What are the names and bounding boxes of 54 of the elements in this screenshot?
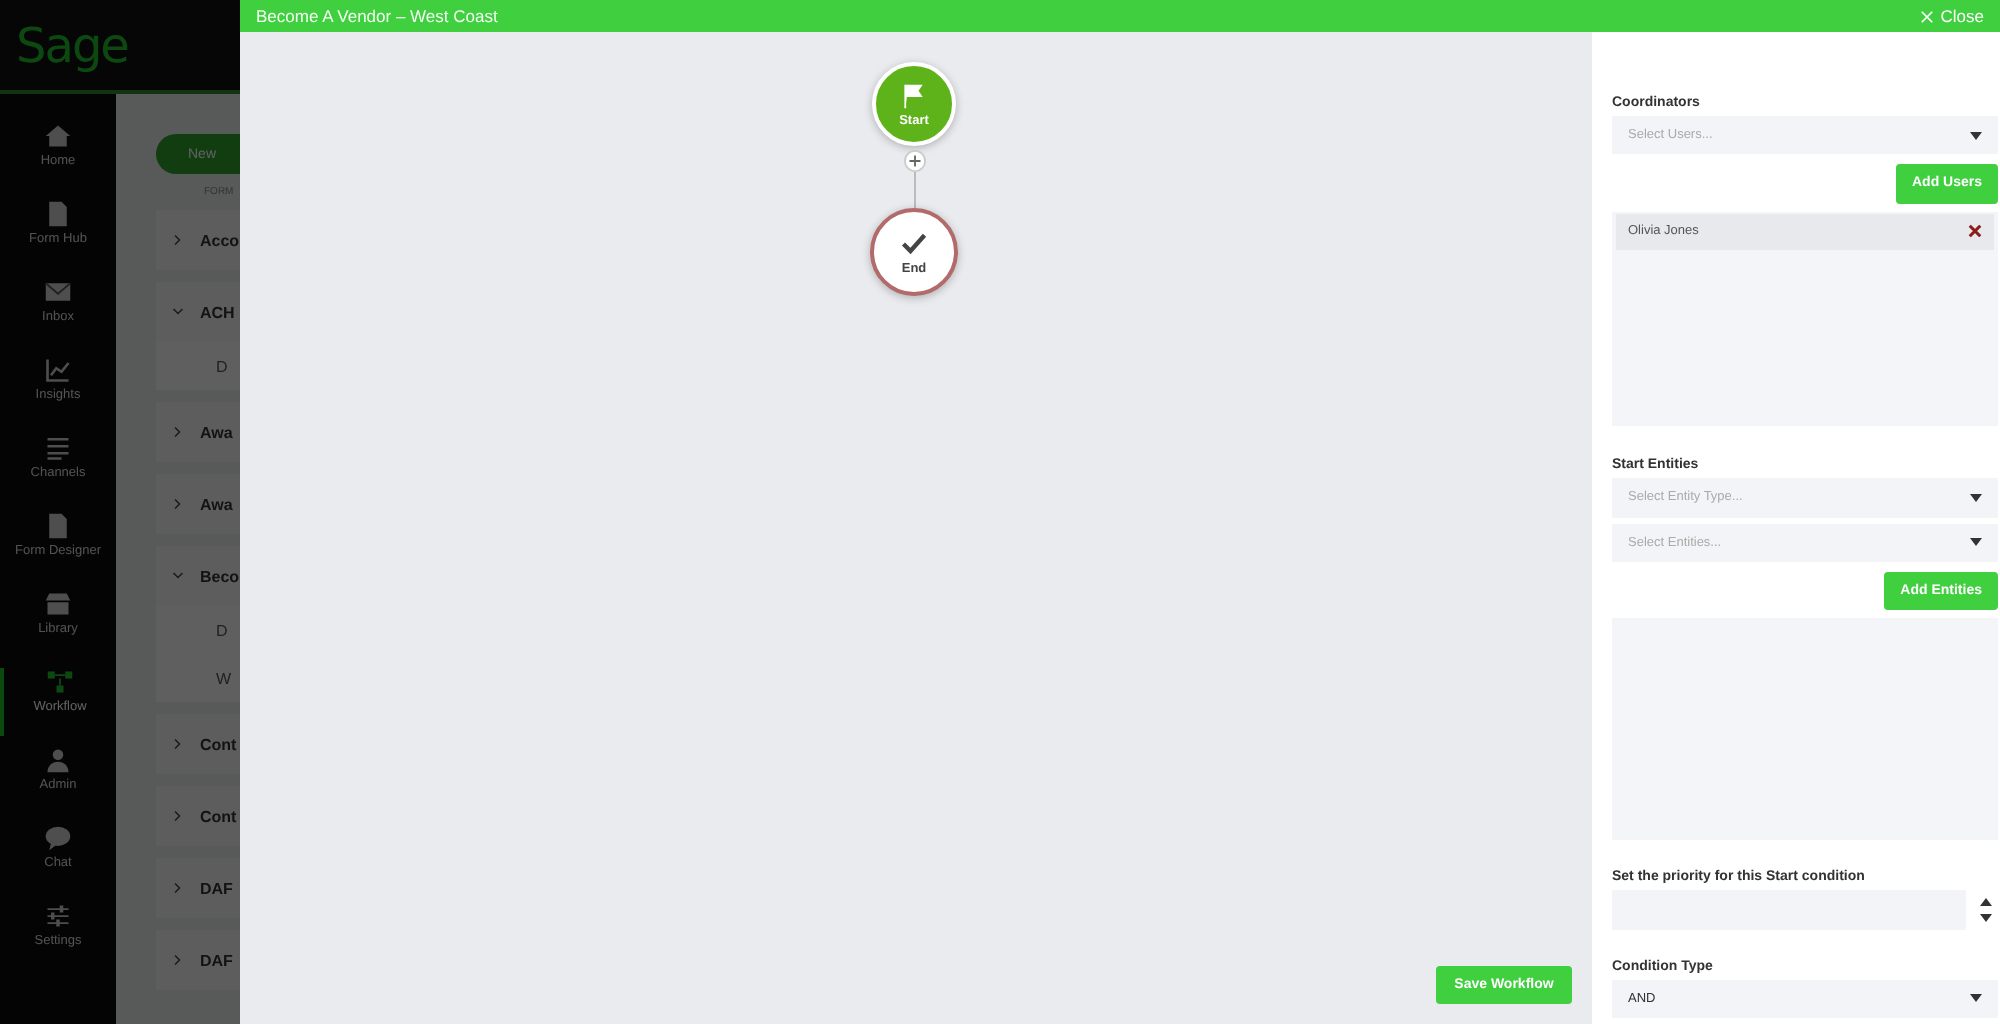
caret-icon [1970,493,1982,502]
close-icon [1920,9,1935,23]
remove-icon [1968,224,1982,238]
chart-icon [44,356,72,384]
caret-icon [1970,131,1982,140]
document-icon [44,512,72,540]
chevron-icon [172,570,184,582]
people-icon [44,746,72,774]
house-icon [44,122,72,150]
list-group-row[interactable]: Awa [156,402,240,462]
list-group-row[interactable]: DAF [156,858,240,918]
logo: Sage [16,17,128,73]
chevron-icon [172,954,184,966]
list-group-row[interactable]: Cont [156,786,240,846]
mail-icon [44,278,72,306]
row-label: Cont [200,735,237,753]
lines-icon [44,434,72,462]
check-icon [900,229,928,257]
chevron-icon [172,810,184,822]
list-group-row[interactable]: DAF [156,930,240,990]
modal-title: Become A Vendor – West Coast [256,6,498,26]
row-label: Awa [200,495,233,513]
close-button[interactable]: Close [1920,6,1984,26]
caret-icon [1970,994,1982,1003]
row-label: Cont [200,807,237,825]
list-group-row[interactable]: Cont [156,714,240,774]
document-icon [44,200,72,228]
chevron-icon [172,498,184,510]
caret-icon [1970,538,1982,547]
chevron-icon [172,234,184,246]
store-icon [44,590,72,618]
chevron-icon [172,738,184,750]
list-group-row[interactable]: Awa [156,474,240,534]
chevron-icon [172,306,184,318]
spinner-icon [1974,893,1998,926]
list-item[interactable]: W [156,654,240,702]
workflow-icon [46,668,74,696]
list-group-row[interactable]: Acco [156,210,240,270]
list-item[interactable]: D [156,342,240,390]
row-label: Awa [200,423,233,441]
add-step-icon[interactable] [904,150,926,172]
row-label: DAF [200,951,233,969]
row-label: Beco [200,567,240,585]
list-group-row[interactable]: Beco [156,546,240,606]
list-item[interactable]: D [156,606,240,654]
flag-icon [900,81,928,109]
row-label: ACH [200,303,235,321]
row-label: Acco [200,231,240,249]
sliders-icon [44,902,72,930]
chat-icon [44,824,72,852]
chevron-icon [172,426,184,438]
list-group-row[interactable]: ACH [156,282,240,342]
chevron-icon [172,882,184,894]
row-label: DAF [200,879,233,897]
